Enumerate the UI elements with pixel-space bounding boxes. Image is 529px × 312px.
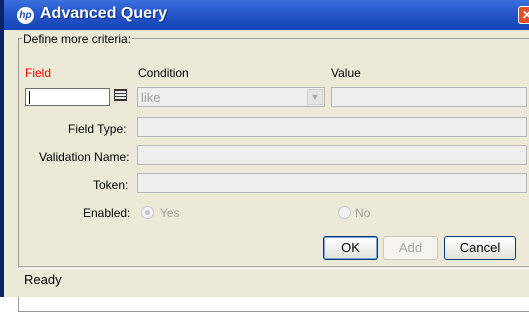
validation-name-field <box>137 145 527 165</box>
divider <box>18 266 529 267</box>
field-type-label: Field Type: <box>68 122 127 136</box>
enabled-label: Enabled: <box>83 206 131 220</box>
text-caret <box>29 91 30 104</box>
validation-name-label: Validation Name: <box>39 150 130 164</box>
field-type-field <box>137 117 527 137</box>
condition-select-value: like <box>141 90 161 105</box>
field-lookup-icon[interactable] <box>114 89 127 101</box>
status-text: Ready <box>24 272 62 287</box>
window-title: Advanced Query <box>40 5 168 22</box>
status-bar <box>18 268 529 297</box>
value-input[interactable] <box>331 87 527 107</box>
cancel-button[interactable]: Cancel <box>444 236 516 260</box>
add-button[interactable]: Add <box>383 236 438 260</box>
condition-column-header: Condition <box>138 66 189 80</box>
enabled-no-radio[interactable] <box>338 206 351 219</box>
enabled-yes-radio[interactable] <box>141 206 154 219</box>
enabled-no-label: No <box>355 206 371 220</box>
token-field <box>137 173 527 193</box>
hp-logo-icon: hp <box>17 7 34 24</box>
condition-select[interactable]: like ▼ <box>137 87 325 107</box>
title-bar[interactable]: hp Advanced Query ✕ <box>4 0 529 30</box>
ok-button[interactable]: OK <box>323 236 378 260</box>
close-icon[interactable]: ✕ <box>518 6 529 24</box>
token-label: Token: <box>93 178 129 192</box>
advanced-query-window: hp Advanced Query ✕ Define more criteria… <box>0 0 529 312</box>
value-column-header: Value <box>331 66 361 80</box>
group-legend: Define more criteria: <box>22 32 133 46</box>
chevron-down-icon[interactable]: ▼ <box>307 89 323 105</box>
field-input[interactable] <box>25 88 110 106</box>
field-column-header: Field <box>25 66 52 80</box>
enabled-yes-label: Yes <box>160 206 180 220</box>
